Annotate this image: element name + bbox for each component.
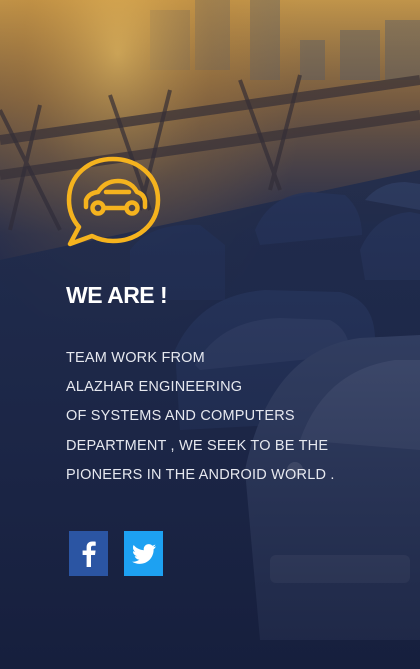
about-description: TEAM WORK FROM ALAZHAR ENGINEERING OF SY…: [66, 344, 335, 490]
description-line: ALAZHAR ENGINEERING: [66, 379, 243, 396]
background-photo: [0, 0, 420, 669]
facebook-button[interactable]: [69, 531, 108, 576]
description-line: PIONEERS IN THE ANDROID WORLD .: [66, 466, 335, 483]
about-heading: WE ARE !: [66, 282, 168, 308]
twitter-icon: [131, 543, 156, 564]
description-line: DEPARTMENT , WE SEEK TO BE THE: [66, 437, 329, 454]
description-line: OF SYSTEMS AND COMPUTERS: [66, 408, 295, 425]
twitter-button[interactable]: [124, 531, 163, 576]
car-chat-bubble-icon: [65, 155, 163, 249]
description-line: TEAM WORK FROM: [66, 350, 205, 366]
facebook-icon: [82, 541, 96, 567]
